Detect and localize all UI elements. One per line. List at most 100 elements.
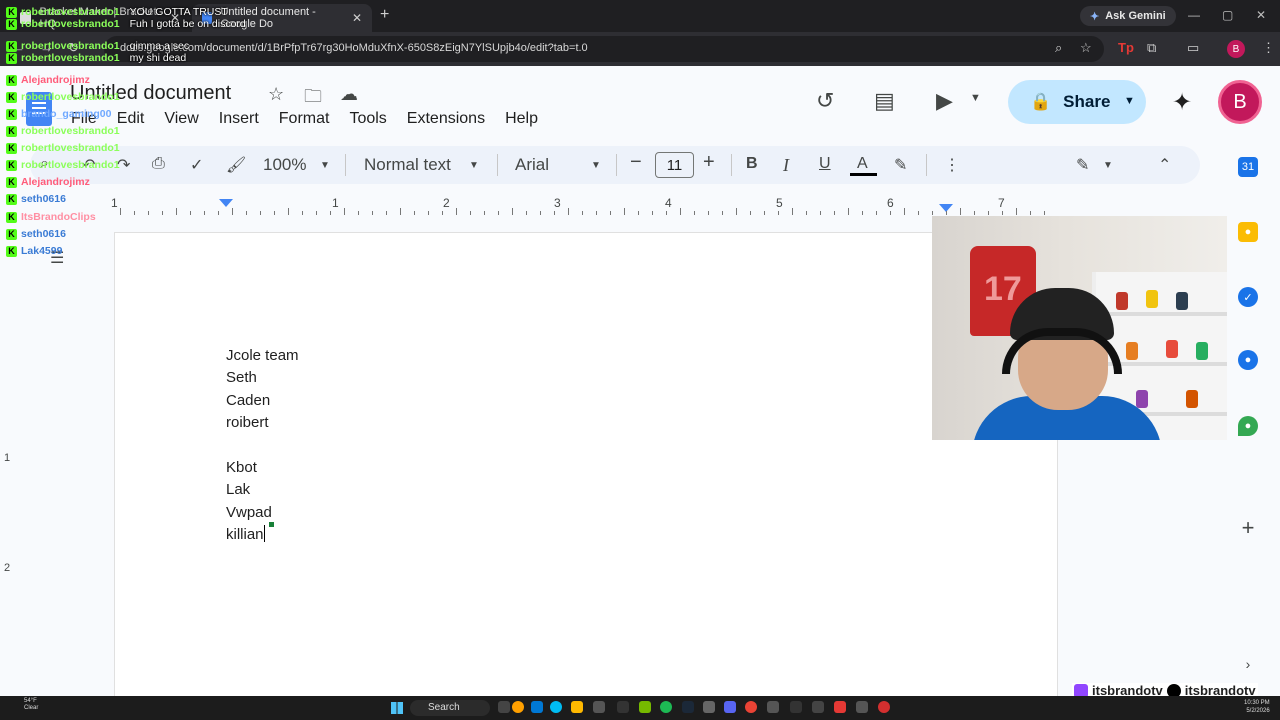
font-select[interactable]: Arial [515, 155, 549, 175]
taskbar-app-icon[interactable] [812, 701, 824, 713]
address-bar[interactable]: docs.google.com/document/d/1BrPfpTr67rg3… [104, 36, 1104, 62]
share-dropdown-icon[interactable]: ▼ [1124, 95, 1135, 107]
get-addons-plus-icon[interactable]: + [1238, 515, 1258, 540]
taskbar-app-icon[interactable] [531, 701, 543, 713]
comments-icon[interactable]: ▤ [874, 88, 895, 114]
menu-extensions[interactable]: Extensions [407, 110, 496, 128]
close-tab-icon[interactable]: ✕ [352, 11, 362, 25]
menu-insert[interactable]: Insert [219, 110, 270, 128]
edge-icon[interactable] [550, 701, 562, 713]
account-avatar[interactable]: B [1218, 80, 1262, 124]
increase-font-size-icon[interactable]: + [703, 151, 715, 174]
taskbar-app-icon[interactable] [856, 701, 868, 713]
extensions-puzzle-icon[interactable]: ⧉ [1147, 40, 1156, 56]
document-body[interactable]: Jcole team Seth Caden roibert Kbot Lak V… [226, 345, 299, 547]
editing-mode-pencil-icon[interactable]: ✎ [1076, 155, 1089, 175]
paint-format-icon[interactable]: 🖌 [226, 155, 246, 175]
zoom-dropdown-icon[interactable]: ▼ [320, 160, 330, 171]
maps-icon[interactable]: ● [1238, 416, 1258, 436]
chrome-icon[interactable] [745, 701, 757, 713]
forward-icon[interactable]: → [40, 40, 53, 55]
taskbar-app-icon[interactable] [790, 701, 802, 713]
taskbar-app-icon[interactable] [703, 701, 715, 713]
taskbar-app-icon[interactable] [512, 701, 524, 713]
taskbar-search[interactable]: Search [410, 700, 490, 716]
meet-dropdown-icon[interactable]: ▼ [970, 92, 981, 104]
menu-tools[interactable]: Tools [349, 110, 397, 128]
weather-widget[interactable]: 54°F Clear [24, 698, 38, 712]
print-icon[interactable]: ⎙ [152, 155, 165, 173]
nvidia-icon[interactable] [639, 701, 651, 713]
file-explorer-icon[interactable] [571, 701, 583, 713]
url-text[interactable]: docs.google.com/document/d/1BrPfpTr67rg3… [120, 42, 588, 54]
steam-icon[interactable] [682, 701, 694, 713]
tab-untitled-document[interactable]: Untitled document - Google Do ✕ [192, 4, 372, 32]
font-size-input[interactable]: 11 [655, 152, 694, 178]
highlight-pen-icon[interactable]: ✎ [894, 155, 907, 175]
obs-icon[interactable] [878, 701, 890, 713]
extension-tp-icon[interactable]: Tp [1118, 40, 1134, 55]
more-options-icon[interactable]: ⋮ [944, 155, 960, 175]
undo-icon[interactable]: ↶ [82, 155, 95, 175]
taskbar-app-icon[interactable] [498, 701, 510, 713]
browser-menu-icon[interactable]: ⋮ [1262, 40, 1275, 56]
windows-start-icon[interactable] [391, 702, 403, 714]
gemini-spark-icon[interactable]: ✦ [1172, 88, 1192, 117]
menu-file[interactable]: File [71, 110, 108, 128]
discord-icon[interactable] [724, 701, 736, 713]
side-panel-icon[interactable]: ▭ [1187, 40, 1199, 56]
menu-help[interactable]: Help [505, 110, 549, 128]
editing-mode-dropdown-icon[interactable]: ▼ [1103, 160, 1113, 171]
ask-gemini-button[interactable]: ✦ Ask Gemini [1080, 6, 1176, 26]
calendar-icon[interactable]: 31 [1238, 157, 1258, 177]
zoom-lens-icon[interactable]: ⌕ [1055, 40, 1062, 56]
back-icon[interactable]: ← [12, 40, 25, 55]
taskbar-app-icon[interactable] [593, 701, 605, 713]
close-tab-icon[interactable]: ✕ [170, 11, 180, 25]
close-window-icon[interactable]: ✕ [1256, 8, 1266, 22]
redo-icon[interactable]: ↷ [117, 155, 130, 175]
contacts-icon[interactable]: ● [1238, 350, 1258, 370]
menu-view[interactable]: View [164, 110, 209, 128]
style-dropdown-icon[interactable]: ▼ [469, 160, 479, 171]
hide-menus-chevron-up-icon[interactable]: ⌃ [1158, 155, 1171, 175]
ruler-tick [358, 211, 359, 215]
taskbar-app-icon[interactable] [834, 701, 846, 713]
document-outline-icon[interactable]: ☰ [50, 248, 64, 268]
text-color-button[interactable]: A [857, 155, 868, 173]
browser-profile-avatar[interactable]: B [1227, 40, 1245, 58]
taskbar-app-icon[interactable] [617, 701, 629, 713]
ruler-tick [918, 211, 919, 215]
reload-icon[interactable]: ↻ [68, 40, 79, 56]
font-dropdown-icon[interactable]: ▼ [591, 160, 601, 171]
minimize-icon[interactable]: — [1188, 8, 1200, 22]
taskbar-app-icon[interactable] [767, 701, 779, 713]
meet-video-icon[interactable]: ▶ [936, 88, 953, 114]
search-menus-icon[interactable]: ⌕ [40, 155, 49, 173]
cloud-saved-icon[interactable]: ☁ [340, 84, 358, 105]
menu-format[interactable]: Format [279, 110, 341, 128]
menu-edit[interactable]: Edit [117, 110, 156, 128]
new-tab-icon[interactable]: + [380, 6, 389, 24]
underline-button[interactable]: U [819, 155, 831, 173]
tasks-icon[interactable]: ✓ [1238, 287, 1258, 307]
spellcheck-icon[interactable]: ✓ [190, 155, 203, 175]
spotify-icon[interactable] [660, 701, 672, 713]
paragraph-style-select[interactable]: Normal text [364, 155, 451, 175]
ruler-tick [946, 211, 947, 215]
document-title[interactable]: Untitled document [70, 82, 231, 105]
zoom-select[interactable]: 100% [263, 155, 306, 175]
star-icon[interactable]: ☆ [268, 84, 284, 105]
tab-bracket-maker[interactable]: Bracket Maker | Bracket HQ ✕ [10, 4, 190, 32]
version-history-icon[interactable]: ↺ [816, 88, 834, 114]
left-indent-marker[interactable] [219, 199, 233, 207]
google-docs-logo-icon[interactable] [26, 92, 52, 126]
keep-icon[interactable]: ● [1238, 222, 1258, 242]
expand-side-panel-chevron-icon[interactable]: › [1238, 654, 1258, 674]
maximize-icon[interactable]: ▢ [1222, 8, 1233, 22]
bold-button[interactable]: B [746, 155, 758, 173]
bookmark-star-icon[interactable]: ☆ [1080, 40, 1092, 56]
system-clock[interactable]: 10:30 PM 5/2/2026 [1244, 699, 1270, 715]
italic-button[interactable]: I [783, 155, 789, 176]
decrease-font-size-icon[interactable]: − [630, 151, 642, 174]
